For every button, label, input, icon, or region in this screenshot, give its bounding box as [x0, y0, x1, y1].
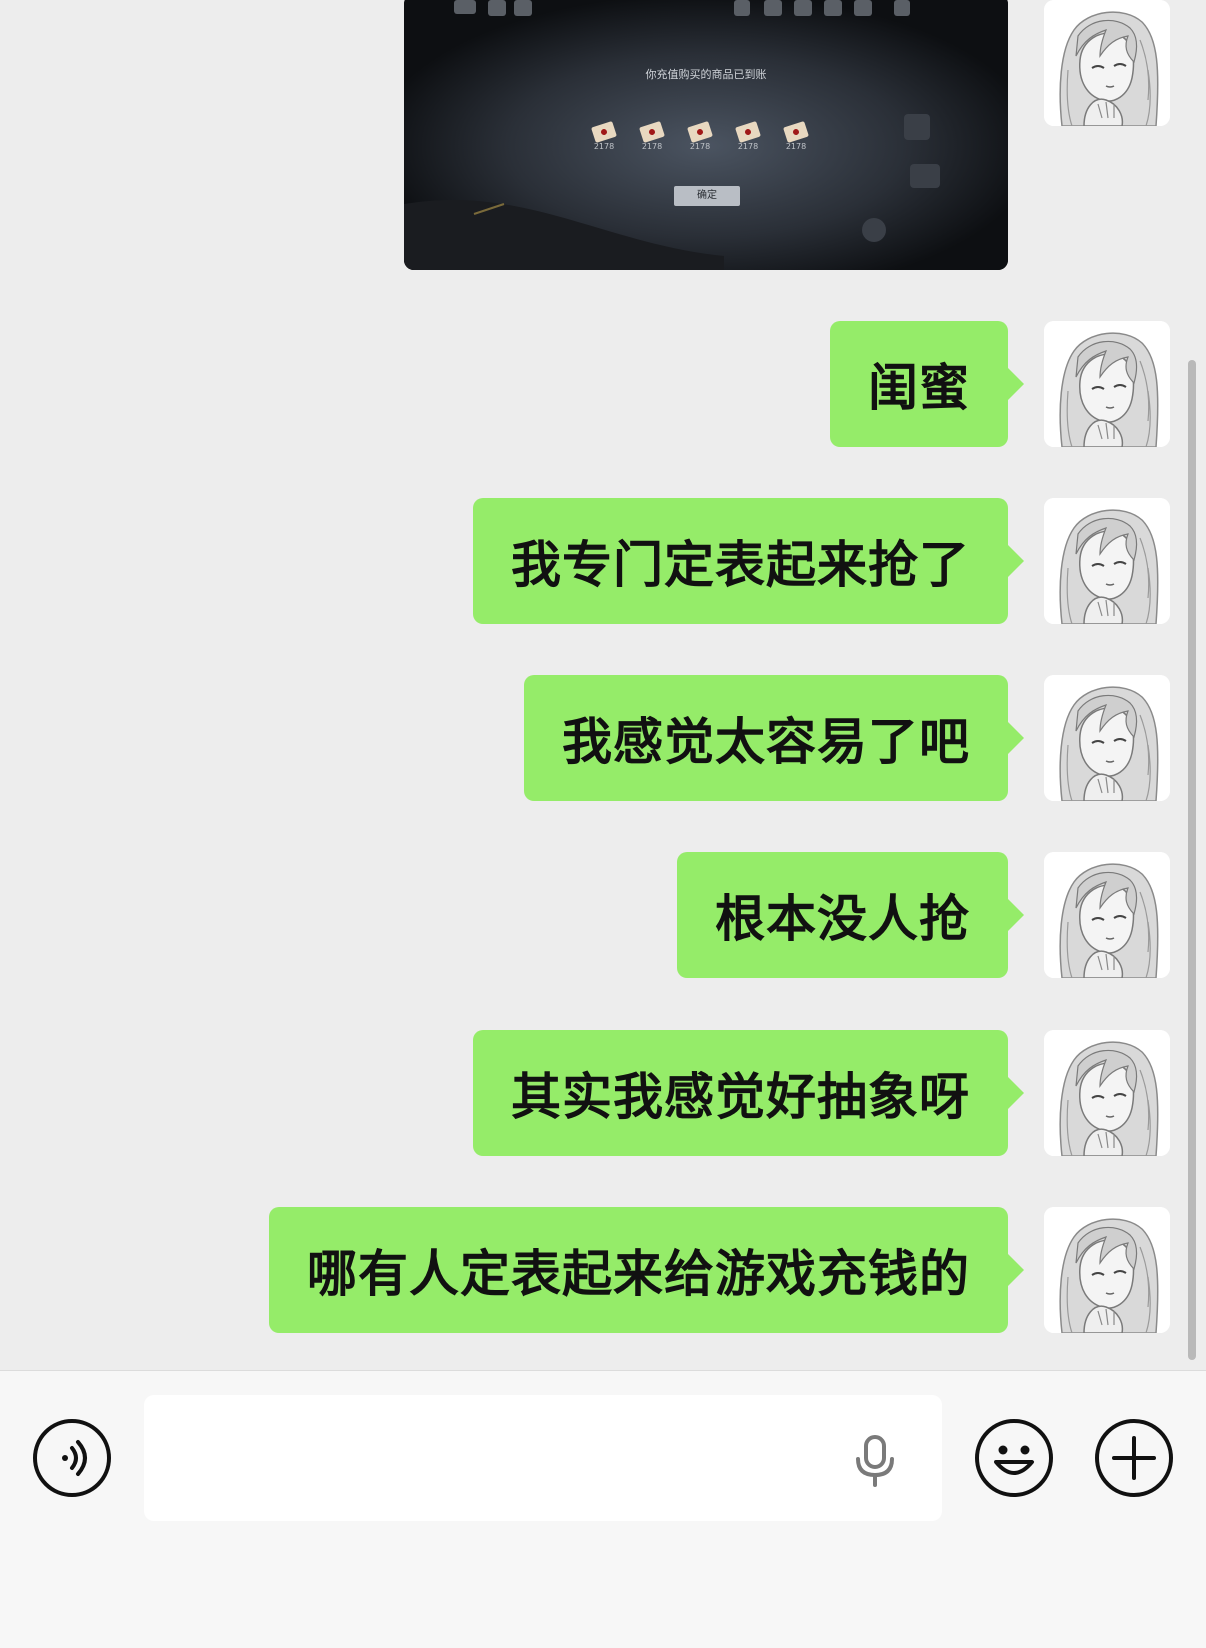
reward-item-count: 2178 — [785, 142, 807, 151]
reward-items-row: 2178 2178 2178 2178 2178 — [589, 120, 829, 164]
message-bubble[interactable]: 闺蜜 — [830, 321, 1024, 447]
envelope-icon — [639, 120, 665, 144]
avatar[interactable] — [1044, 0, 1170, 126]
reward-item: 2178 — [685, 120, 715, 151]
microphone-icon — [856, 1435, 894, 1487]
plus-icon — [1095, 1419, 1173, 1497]
more-options-button[interactable] — [1094, 1418, 1174, 1498]
reward-item-count: 2178 — [689, 142, 711, 151]
reward-item-count: 2178 — [737, 142, 759, 151]
reward-item: 2178 — [781, 120, 811, 151]
voice-mode-button[interactable] — [32, 1418, 112, 1498]
avatar[interactable] — [1044, 321, 1170, 447]
message-bubble[interactable]: 我专门定表起来抢了 — [473, 498, 1024, 624]
avatar[interactable] — [1044, 498, 1170, 624]
shared-screenshot[interactable]: 你充值购买的商品已到账 2178 2178 2178 2178 2178 确定 — [404, 0, 1008, 270]
envelope-icon — [591, 120, 617, 144]
reward-item: 2178 — [637, 120, 667, 151]
shared-screenshot-notice: 你充值购买的商品已到账 — [645, 68, 767, 81]
reward-item-count: 2178 — [593, 142, 615, 151]
chat-scrollbar[interactable] — [1188, 360, 1196, 1360]
reward-item: 2178 — [589, 120, 619, 151]
input-bar — [0, 1370, 1206, 1648]
reward-item-count: 2178 — [641, 142, 663, 151]
shared-screenshot-confirm-button: 确定 — [674, 186, 740, 206]
avatar[interactable] — [1044, 852, 1170, 978]
message-input[interactable] — [144, 1395, 942, 1521]
chat-area[interactable]: 你充值购买的商品已到账 2178 2178 2178 2178 2178 确定 … — [0, 0, 1206, 1370]
avatar[interactable] — [1044, 675, 1170, 801]
envelope-icon — [783, 120, 809, 144]
reward-item: 2178 — [733, 120, 763, 151]
envelope-icon — [687, 120, 713, 144]
envelope-icon — [735, 120, 761, 144]
voice-mode-icon — [33, 1419, 111, 1497]
emoji-icon — [975, 1419, 1053, 1497]
message-bubble[interactable]: 其实我感觉好抽象呀 — [473, 1030, 1024, 1156]
emoji-button[interactable] — [974, 1418, 1054, 1498]
message-bubble[interactable]: 我感觉太容易了吧 — [524, 675, 1024, 801]
message-bubble[interactable]: 根本没人抢 — [677, 852, 1024, 978]
microphone-button[interactable] — [850, 1433, 900, 1489]
message-bubble[interactable]: 哪有人定表起来给游戏充钱的 — [269, 1207, 1024, 1333]
avatar[interactable] — [1044, 1207, 1170, 1333]
avatar[interactable] — [1044, 1030, 1170, 1156]
